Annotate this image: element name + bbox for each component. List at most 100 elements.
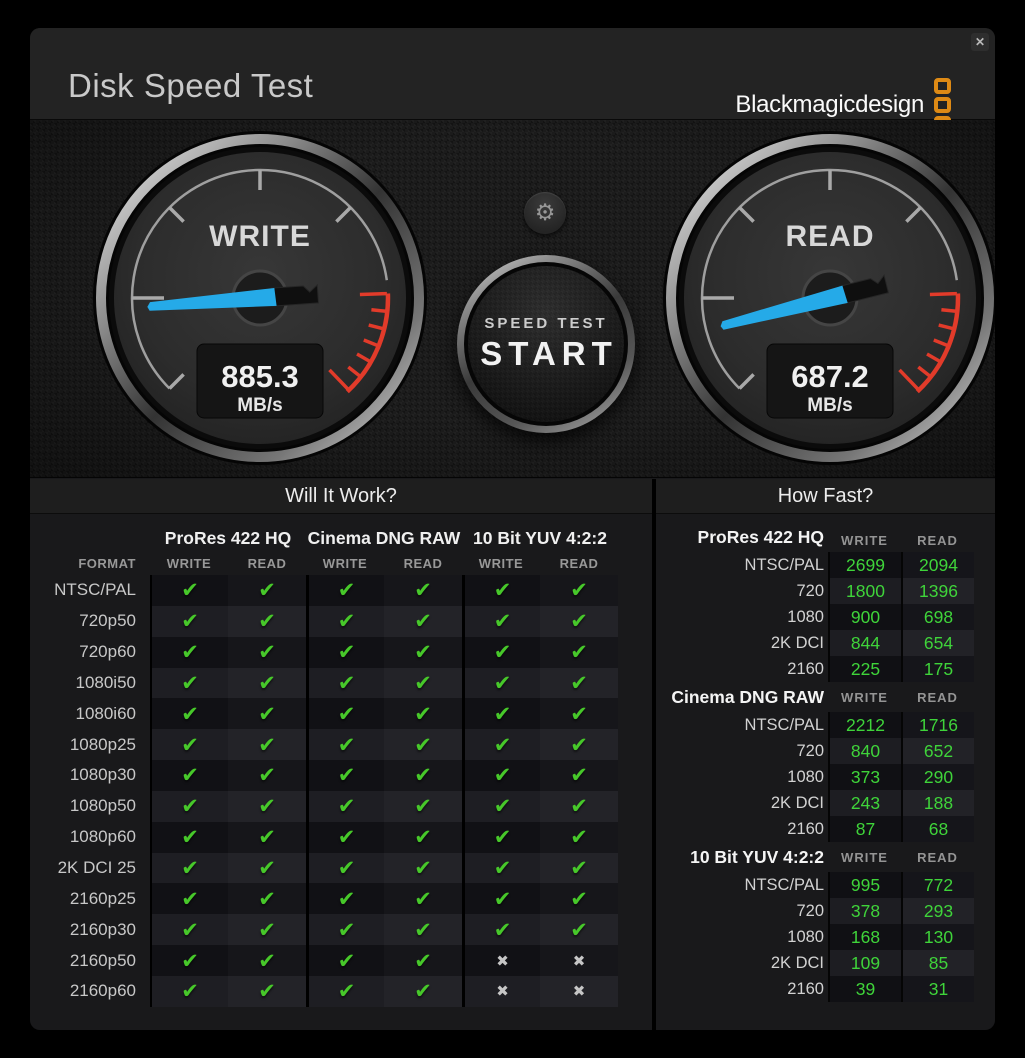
check-icon: ✔ bbox=[570, 733, 588, 757]
check-icon: ✔ bbox=[494, 609, 512, 633]
check-cell: ✔ bbox=[306, 791, 384, 822]
how-fast-panel: How Fast? ProRes 422 HQWRITEREADNTSC/PAL… bbox=[656, 479, 995, 1030]
check-cell: ✔ bbox=[384, 729, 462, 760]
format-label: NTSC/PAL bbox=[656, 872, 828, 898]
x-icon: ✖ bbox=[496, 952, 509, 970]
check-icon: ✔ bbox=[181, 887, 199, 911]
settings-button[interactable]: ⚙ bbox=[524, 192, 566, 234]
check-cell: ✔ bbox=[228, 668, 306, 699]
check-cell: ✔ bbox=[462, 668, 540, 699]
format-label: NTSC/PAL bbox=[30, 575, 150, 606]
write-speed-cell: 995 bbox=[828, 872, 901, 898]
how-fast-row: 21603931 bbox=[656, 976, 995, 1002]
how-fast-title: How Fast? bbox=[656, 479, 995, 514]
check-icon: ✔ bbox=[258, 794, 276, 818]
check-icon: ✔ bbox=[570, 856, 588, 880]
check-icon: ✔ bbox=[338, 856, 356, 880]
check-icon: ✔ bbox=[570, 763, 588, 787]
format-label: 2K DCI 25 bbox=[30, 853, 150, 884]
check-cell: ✔ bbox=[540, 822, 618, 853]
check-icon: ✔ bbox=[494, 856, 512, 880]
check-cell: ✔ bbox=[150, 883, 228, 914]
check-cell: ✔ bbox=[228, 729, 306, 760]
check-cell: ✔ bbox=[306, 575, 384, 606]
read-speed-cell: 85 bbox=[901, 950, 974, 976]
read-speed-cell: 652 bbox=[901, 738, 974, 764]
check-cell: ✔ bbox=[228, 914, 306, 945]
app-window: Disk Speed Test Blackmagicdesign ✕ bbox=[30, 28, 995, 1030]
check-icon: ✔ bbox=[338, 794, 356, 818]
format-label: 2160 bbox=[656, 976, 828, 1002]
start-button-face: SPEED TEST START bbox=[468, 266, 624, 422]
format-label: 2160p30 bbox=[30, 914, 150, 945]
check-cell: ✔ bbox=[306, 883, 384, 914]
how-fast-row: 720840652 bbox=[656, 738, 995, 764]
check-cell: ✔ bbox=[150, 976, 228, 1007]
check-icon: ✔ bbox=[414, 609, 432, 633]
check-cell: ✔ bbox=[462, 606, 540, 637]
check-icon: ✔ bbox=[570, 702, 588, 726]
check-icon: ✔ bbox=[181, 578, 199, 602]
check-icon: ✔ bbox=[570, 794, 588, 818]
check-icon: ✔ bbox=[338, 733, 356, 757]
check-cell: ✔ bbox=[228, 575, 306, 606]
check-icon: ✔ bbox=[414, 856, 432, 880]
read-speed-cell: 293 bbox=[901, 898, 974, 924]
read-column-header: READ bbox=[901, 850, 974, 865]
how-fast-row: 2K DCI243188 bbox=[656, 790, 995, 816]
close-button[interactable]: ✕ bbox=[971, 33, 989, 51]
how-fast-row: NTSC/PAL26992094 bbox=[656, 552, 995, 578]
check-cell: ✔ bbox=[150, 791, 228, 822]
check-icon: ✔ bbox=[258, 702, 276, 726]
codec-header-row: ProRes 422 HQ Cinema DNG RAW 10 Bit YUV … bbox=[30, 514, 652, 552]
read-speed-cell: 290 bbox=[901, 764, 974, 790]
will-it-work-panel: Will It Work? ProRes 422 HQ Cinema DNG R… bbox=[30, 479, 652, 1030]
check-cell: ✔ bbox=[306, 668, 384, 699]
check-icon: ✔ bbox=[258, 887, 276, 911]
format-label: 2160p25 bbox=[30, 883, 150, 914]
check-cell: ✔ bbox=[462, 914, 540, 945]
check-cell: ✔ bbox=[306, 822, 384, 853]
codec-name: ProRes 422 HQ bbox=[656, 527, 828, 548]
gauge-label: READ bbox=[785, 220, 874, 253]
gauge-unit: MB/s bbox=[237, 395, 282, 416]
check-icon: ✔ bbox=[414, 794, 432, 818]
check-cell: ✔ bbox=[462, 729, 540, 760]
check-cell: ✔ bbox=[384, 883, 462, 914]
check-icon: ✔ bbox=[258, 949, 276, 973]
write-speed-cell: 39 bbox=[828, 976, 901, 1002]
check-cell: ✔ bbox=[228, 698, 306, 729]
read-speed-cell: 698 bbox=[901, 604, 974, 630]
format-label: 1080 bbox=[656, 924, 828, 950]
check-cell: ✔ bbox=[150, 914, 228, 945]
format-label: 2K DCI bbox=[656, 630, 828, 656]
how-fast-row: 1080168130 bbox=[656, 924, 995, 950]
check-cell: ✔ bbox=[540, 668, 618, 699]
check-cell: ✔ bbox=[462, 760, 540, 791]
read-column-header: READ bbox=[901, 690, 974, 705]
check-icon: ✔ bbox=[338, 640, 356, 664]
check-icon: ✔ bbox=[494, 640, 512, 664]
how-fast-row: 2K DCI844654 bbox=[656, 630, 995, 656]
how-fast-row: 2160225175 bbox=[656, 656, 995, 682]
check-cell: ✔ bbox=[306, 637, 384, 668]
check-cell: ✔ bbox=[150, 822, 228, 853]
check-icon: ✔ bbox=[570, 825, 588, 849]
check-cell: ✔ bbox=[150, 853, 228, 884]
write-column-header: WRITE bbox=[828, 690, 901, 705]
start-button[interactable]: SPEED TEST START bbox=[457, 255, 635, 433]
write-speed-cell: 243 bbox=[828, 790, 901, 816]
write-speed-value: 885.3 bbox=[221, 359, 299, 394]
check-cell: ✔ bbox=[540, 853, 618, 884]
logo-square bbox=[934, 78, 951, 94]
how-fast-row: 1080373290 bbox=[656, 764, 995, 790]
check-icon: ✔ bbox=[181, 856, 199, 880]
read-speed-cell: 68 bbox=[901, 816, 974, 842]
check-cell: ✖ bbox=[462, 945, 540, 976]
check-icon: ✔ bbox=[570, 640, 588, 664]
read-column-header: READ bbox=[384, 556, 462, 571]
read-speed-cell: 772 bbox=[901, 872, 974, 898]
check-cell: ✔ bbox=[306, 945, 384, 976]
format-label: 1080p30 bbox=[30, 760, 150, 791]
check-icon: ✔ bbox=[494, 733, 512, 757]
